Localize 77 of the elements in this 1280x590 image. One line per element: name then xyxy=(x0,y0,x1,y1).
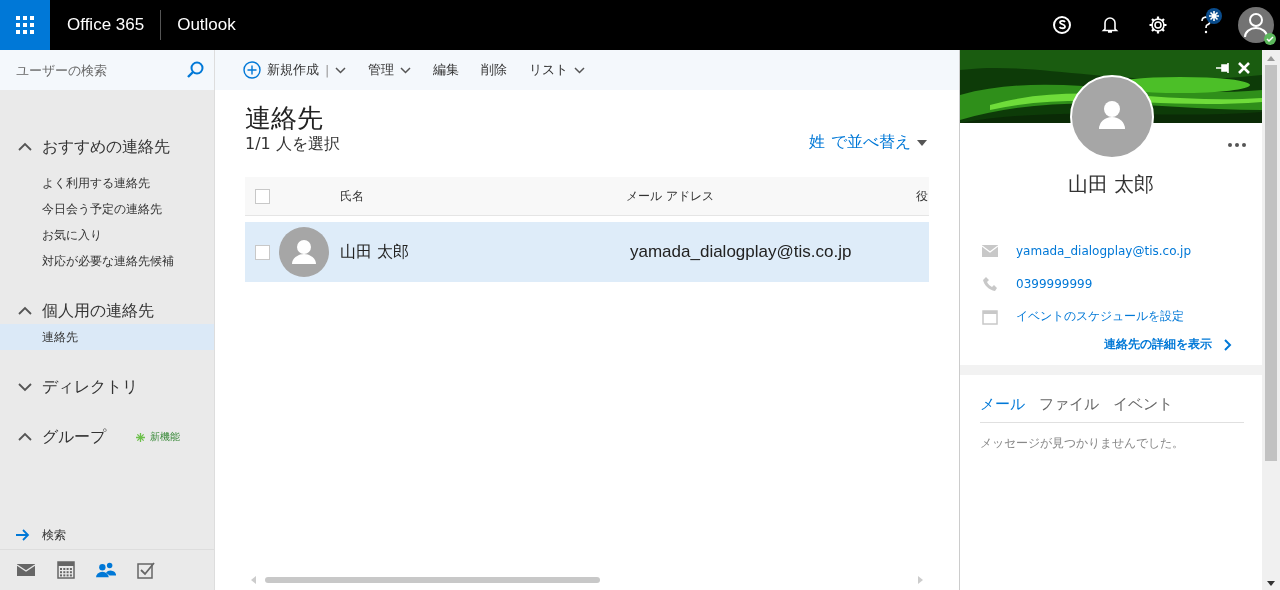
close-button[interactable] xyxy=(1238,62,1250,74)
user-avatar-icon xyxy=(1238,7,1274,43)
section-header[interactable]: 個人用の連絡先 xyxy=(0,298,214,324)
contact-name: 山田 太郎 xyxy=(1066,171,1156,198)
column-header[interactable]: 氏名 xyxy=(340,187,626,205)
horizontal-scrollbar[interactable] xyxy=(251,574,923,586)
selection-count: 1/1 人を選択 xyxy=(245,134,340,155)
empty-message: メッセージが見つかりませんでした。 xyxy=(979,435,1185,452)
chevron-right-icon xyxy=(1224,338,1232,351)
toolbar-button[interactable]: 編集 xyxy=(433,61,460,79)
section-header[interactable]: おすすめの連絡先 xyxy=(0,134,214,160)
help-icon xyxy=(1199,15,1213,35)
new-button[interactable]: 新規作成 | xyxy=(243,61,347,79)
chevron-icon xyxy=(18,306,32,316)
page-title: 連絡先 xyxy=(245,102,324,134)
app-launcher-button[interactable] xyxy=(0,0,50,50)
chevron-icon xyxy=(18,382,32,392)
pin-icon xyxy=(1216,63,1230,73)
settings-icon xyxy=(1148,15,1168,35)
toolbar-button[interactable]: 管理 xyxy=(368,61,412,79)
search-icon xyxy=(186,61,204,79)
chevron-icon xyxy=(18,142,32,152)
row-checkbox[interactable] xyxy=(254,244,270,260)
sort-button[interactable]: 姓 で並べ替え xyxy=(809,132,927,153)
pin-button[interactable] xyxy=(1216,63,1230,73)
contact-name: 山田 太郎 xyxy=(340,241,411,263)
contact-avatar-icon xyxy=(279,227,329,277)
phone-icon xyxy=(982,275,998,292)
select-all-checkbox[interactable] xyxy=(254,188,270,204)
contact-detail-link[interactable]: イベントのスケジュールを設定 xyxy=(1016,308,1184,325)
app-title[interactable]: Outlook xyxy=(161,15,236,35)
tab[interactable]: メール xyxy=(980,395,1025,414)
chevron-icon xyxy=(18,432,32,442)
close-icon xyxy=(1238,62,1250,74)
scroll-right-icon xyxy=(917,576,923,584)
contact-detail-link[interactable]: 0399999999 xyxy=(1016,276,1093,291)
asterisk-icon xyxy=(136,432,145,442)
search-link[interactable]: 検索 xyxy=(0,521,214,549)
ellipsis-icon xyxy=(1228,143,1246,147)
tab[interactable]: イベント xyxy=(1113,395,1173,414)
sidebar-item[interactable]: 今日会う予定の連絡先 xyxy=(0,196,214,222)
new-feature-label: 新機能 xyxy=(150,430,180,444)
toolbar-button[interactable]: リスト xyxy=(529,61,586,79)
scroll-left-icon xyxy=(251,576,257,584)
tab[interactable]: ファイル xyxy=(1039,395,1099,414)
contact-details-link[interactable]: 連絡先の詳細を表示 xyxy=(1104,336,1232,353)
contact-detail-link[interactable]: yamada_dialogplay@tis.co.jp xyxy=(1016,243,1192,258)
toolbar-button[interactable]: 削除 xyxy=(481,61,508,79)
scroll-up-icon xyxy=(1267,56,1275,61)
mail-icon xyxy=(982,244,998,257)
sidebar-item[interactable]: 連絡先 xyxy=(0,324,214,350)
people-icon xyxy=(96,561,116,579)
calendar-icon xyxy=(982,308,998,325)
contact-row[interactable]: 山田 太郎 yamada_dialogplay@tis.co.jp xyxy=(245,222,929,282)
grid-icon xyxy=(16,16,34,34)
column-header[interactable]: メール アドレス xyxy=(626,187,916,205)
contact-email: yamada_dialogplay@tis.co.jp xyxy=(629,242,853,262)
account-button[interactable] xyxy=(1238,7,1274,43)
sidebar-item[interactable]: お気に入り xyxy=(0,222,214,248)
calendar-icon xyxy=(57,561,75,579)
mail-icon xyxy=(17,563,35,577)
bell-icon xyxy=(1101,15,1119,35)
search-field[interactable]: ユーザーの検索 xyxy=(0,50,214,90)
suite-title[interactable]: Office 365 xyxy=(50,10,162,40)
arrow-icon xyxy=(16,529,30,541)
section-header[interactable]: グループ 新機能 xyxy=(0,424,214,450)
scroll-down-icon xyxy=(1267,581,1275,586)
sidebar-item[interactable]: よく利用する連絡先 xyxy=(0,170,214,196)
skype-icon xyxy=(1052,15,1072,35)
contact-avatar-icon xyxy=(1070,75,1154,159)
sidebar-item[interactable]: 対応が必要な連絡先候補 xyxy=(0,248,214,274)
caret-icon xyxy=(917,139,927,146)
calendar-nav-button[interactable] xyxy=(56,558,76,582)
vertical-scrollbar[interactable] xyxy=(1262,50,1280,590)
section-header[interactable]: ディレクトリ xyxy=(0,374,214,400)
plus-circle-icon xyxy=(243,61,261,79)
checkbox-icon xyxy=(137,561,155,579)
